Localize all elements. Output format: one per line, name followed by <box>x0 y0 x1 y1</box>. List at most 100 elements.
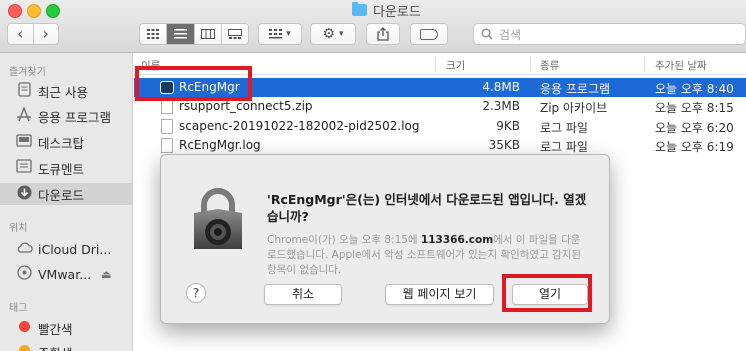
file-size: 4.8MB <box>482 80 520 94</box>
applications-icon <box>16 105 32 126</box>
gatekeeper-lock-icon <box>194 188 242 249</box>
finder-window: 다운로드 ‹ › ▾ ⚙ ▾ 검색 즐겨찾기 최근 사용 응용 프로그램 데스크… <box>0 0 746 351</box>
file-date: 오늘 오후 8:40 <box>655 82 734 96</box>
gallery-view-button[interactable] <box>220 24 248 44</box>
dialog-message: Chrome이(가) 오늘 오후 8:15에 113366.com에서 이 파일… <box>267 233 589 278</box>
group-by-button[interactable]: ▾ <box>258 23 302 45</box>
file-kind: 응용 프로그램 <box>540 82 611 96</box>
forward-button[interactable]: › <box>32 24 59 44</box>
zip-file-icon <box>161 99 173 114</box>
share-button[interactable] <box>366 23 400 45</box>
column-divider <box>644 56 645 71</box>
sidebar-tag-red[interactable]: 빨간색 <box>0 317 132 339</box>
log-file-icon <box>161 119 173 134</box>
file-kind: 로그 파일 <box>540 140 588 154</box>
sidebar-tags-header: 태그 <box>9 303 28 314</box>
sidebar-item-label: 도큐멘트 <box>38 161 85 177</box>
icon-grid-icon <box>147 29 160 39</box>
sidebar-item-icloud[interactable]: iCloud Dri... <box>0 238 132 260</box>
zoom-window-button[interactable] <box>46 4 60 18</box>
chevron-down-icon: ▾ <box>339 29 344 39</box>
sidebar-item-label: VMwar... <box>38 266 92 282</box>
file-size: 9KB <box>496 119 520 133</box>
sidebar-item-label: 데스크탑 <box>38 135 85 151</box>
share-icon <box>377 27 389 41</box>
sidebar-item-applications[interactable]: 응용 프로그램 <box>0 105 132 127</box>
file-date: 오늘 오후 6:19 <box>655 140 734 154</box>
sidebar-item-label: 응용 프로그램 <box>38 109 111 125</box>
sidebar-item-vmware[interactable]: VMwar... ⏏ <box>0 263 132 285</box>
sidebar-locations-header: 위치 <box>9 223 28 234</box>
disk-icon <box>16 264 32 284</box>
recents-icon <box>16 81 32 101</box>
sidebar-item-label: 최근 사용 <box>38 84 88 100</box>
column-size-header[interactable]: 크기 <box>446 58 465 73</box>
highlight-annotation-box <box>135 66 252 101</box>
cancel-button[interactable]: 취소 <box>264 284 342 305</box>
gallery-icon <box>227 29 242 39</box>
column-kind-header[interactable]: 종류 <box>540 58 559 73</box>
file-date: 오늘 오후 8:15 <box>655 101 734 115</box>
action-menu-button[interactable]: ⚙ ▾ <box>310 23 356 45</box>
sidebar-item-desktop[interactable]: 데스크탑 <box>0 131 132 153</box>
file-kind: Zip 아카이브 <box>540 101 608 115</box>
desktop-icon <box>16 133 32 151</box>
search-field[interactable]: 검색 <box>473 23 746 45</box>
file-size: 2.3MB <box>482 99 520 113</box>
file-kind: 로그 파일 <box>540 121 588 135</box>
toolbar: 다운로드 ‹ › ▾ ⚙ ▾ 검색 <box>0 0 746 53</box>
tag-icon <box>420 28 438 40</box>
edit-tags-button[interactable] <box>410 23 448 45</box>
close-window-button[interactable] <box>8 4 22 18</box>
columns-icon <box>200 29 215 39</box>
dialog-message-start: Chrome이(가) 오늘 오후 8:15에 <box>267 234 421 246</box>
chevron-down-icon: ▾ <box>286 29 291 39</box>
search-placeholder: 검색 <box>499 27 522 42</box>
sidebar: 즐겨찾기 최근 사용 응용 프로그램 데스크탑 도큐멘트 다운로드 위치 iCl… <box>0 53 133 351</box>
minimize-window-button[interactable] <box>27 4 41 18</box>
search-icon <box>481 28 493 40</box>
sidebar-item-downloads[interactable]: 다운로드 <box>0 183 132 205</box>
file-date: 오늘 오후 6:20 <box>655 121 734 135</box>
sidebar-item-label: iCloud Dri... <box>38 241 112 257</box>
log-file-icon <box>161 138 173 153</box>
window-title: 다운로드 <box>352 1 421 20</box>
column-date-header[interactable]: 추가된 날짜 <box>655 58 707 73</box>
file-row-scapenc-log[interactable]: scapenc-20191022-182002-pid2502.log 9KB … <box>134 117 746 136</box>
column-view-button[interactable] <box>193 24 221 44</box>
icloud-icon <box>16 241 33 257</box>
sidebar-item-documents[interactable]: 도큐멘트 <box>0 157 132 179</box>
file-row-rcengmgr-log[interactable]: RcEngMgr.log 35KB 로그 파일 오늘 오후 6:19 <box>134 136 746 155</box>
column-divider <box>435 56 436 71</box>
dialog-source-site: 113366.com <box>420 234 494 246</box>
documents-icon <box>16 159 32 177</box>
column-divider <box>530 56 531 71</box>
list-icon <box>173 29 187 39</box>
show-web-page-button[interactable]: 웹 페이지 보기 <box>385 284 494 305</box>
list-view-button[interactable] <box>166 24 194 44</box>
sidebar-tag-orange[interactable]: 주황색 <box>0 341 132 351</box>
highlight-annotation-box <box>502 274 592 312</box>
orange-tag-dot-icon <box>18 344 30 351</box>
group-grid-icon <box>269 29 283 39</box>
window-title-label: 다운로드 <box>373 4 421 20</box>
back-button[interactable]: ‹ <box>8 24 33 44</box>
help-button[interactable]: ? <box>186 283 206 303</box>
icon-view-button[interactable] <box>140 24 166 44</box>
sidebar-item-recents[interactable]: 최근 사용 <box>0 80 132 102</box>
sidebar-item-label: 빨간색 <box>38 321 73 337</box>
file-name: rsupport_connect5.zip <box>179 99 313 113</box>
eject-icon[interactable]: ⏏ <box>101 268 111 281</box>
dialog-title: 'RcEngMgr'은(는) 인터넷에서 다운로드된 앱입니다. 열겠습니까? <box>267 192 587 224</box>
file-name: scapenc-20191022-182002-pid2502.log <box>179 119 420 133</box>
view-mode-buttons <box>139 23 249 45</box>
navigation-buttons: ‹ › <box>7 23 59 45</box>
file-name: RcEngMgr.log <box>179 138 261 152</box>
downloads-icon <box>16 185 32 204</box>
sidebar-item-label: 주황색 <box>38 343 73 351</box>
downloads-folder-icon <box>352 2 367 16</box>
file-size: 35KB <box>488 138 520 152</box>
sidebar-favorites-header: 즐겨찾기 <box>9 67 46 78</box>
gear-icon: ⚙ <box>322 26 336 42</box>
sidebar-item-label: 다운로드 <box>38 187 85 203</box>
